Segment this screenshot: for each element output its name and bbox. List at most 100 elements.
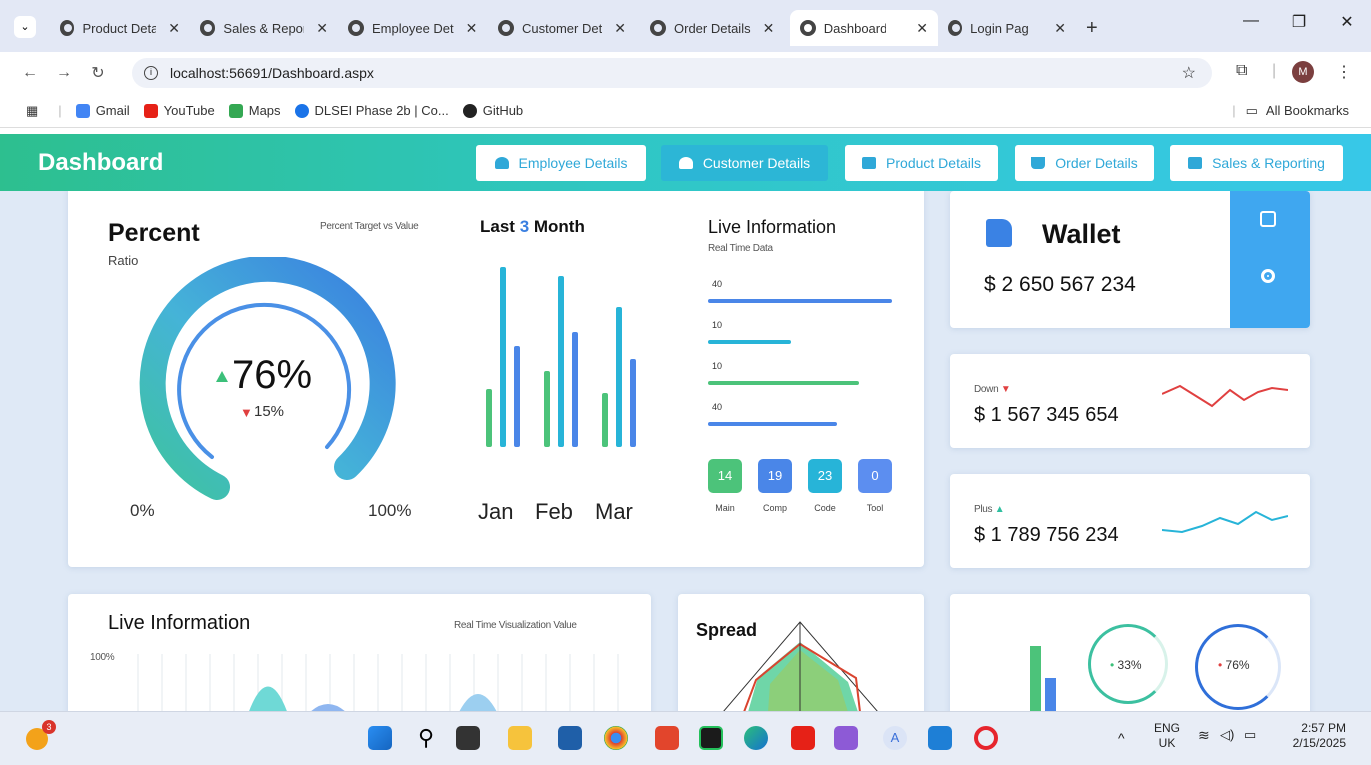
- month-label: Feb: [535, 499, 573, 524]
- opera-icon[interactable]: [974, 726, 998, 750]
- start-icon[interactable]: [368, 726, 392, 750]
- tab-login-page[interactable]: Login Page✕: [938, 10, 1076, 46]
- tab-employee-details[interactable]: Employee Det ✕: [338, 10, 488, 46]
- reload-icon[interactable]: ↻: [84, 63, 112, 83]
- language-indicator[interactable]: ENG UK: [1154, 721, 1180, 751]
- notification-badge: 3: [42, 720, 56, 734]
- live-info-badge[interactable]: 0: [858, 459, 892, 493]
- task-view-icon[interactable]: [456, 726, 480, 750]
- anydesk-icon[interactable]: [655, 726, 679, 750]
- live-area-chart: [137, 654, 619, 711]
- live-info-badge[interactable]: 14: [708, 459, 742, 493]
- live-info-row: 10: [708, 361, 894, 402]
- customer-details-button[interactable]: Customer Details: [661, 145, 828, 181]
- windows-taskbar: 3 ⚲ A ^ ENG UK ≋ ◁) ▭ 2:57 PM 2/15/2025: [0, 711, 1371, 765]
- wallet-icon: [986, 219, 1012, 247]
- chevron-up-icon[interactable]: ^: [1118, 730, 1125, 746]
- tab-search-button[interactable]: ⌄: [14, 16, 36, 38]
- apps-grid-icon[interactable]: ▦: [26, 103, 38, 119]
- bookmark-dlsei[interactable]: DLSEI Phase 2b | Co...: [294, 103, 449, 118]
- close-icon[interactable]: ✕: [316, 20, 328, 37]
- url-input[interactable]: i localhost:56691/Dashboard.aspx ☆: [132, 58, 1212, 88]
- percent-delta: 15%: [254, 403, 285, 420]
- close-icon[interactable]: ✕: [1054, 20, 1066, 37]
- assistant-icon[interactable]: A: [883, 726, 907, 750]
- edit-icon[interactable]: [1260, 211, 1276, 227]
- file-explorer-icon[interactable]: [508, 726, 532, 750]
- live-info-row-bar: [708, 422, 837, 426]
- tab-customer-details[interactable]: Customer Det ✕: [488, 10, 640, 46]
- month-bar-teal: [616, 307, 622, 447]
- all-bookmarks[interactable]: | ▭ All Bookmarks: [1232, 103, 1349, 119]
- visual-studio-icon[interactable]: [834, 726, 858, 750]
- employee-details-button[interactable]: Employee Details: [476, 145, 646, 181]
- youtube-app-icon[interactable]: [791, 726, 815, 750]
- azure-data-studio-icon[interactable]: [928, 726, 952, 750]
- bookmark-gmail[interactable]: Gmail: [75, 103, 130, 118]
- up-arrow-icon: [216, 371, 228, 382]
- store-icon[interactable]: [558, 726, 582, 750]
- live-info-badges: 14 Main 19 Comp 23 Code 0 Tool: [708, 459, 908, 519]
- globe-icon: [60, 20, 75, 36]
- live-info-title: Live Information: [708, 217, 837, 237]
- bookmark-youtube[interactable]: YouTube: [143, 103, 215, 118]
- spread-radar-chart: [723, 621, 878, 711]
- month-axis: Jan Feb Mar: [478, 499, 655, 525]
- close-icon[interactable]: ✕: [466, 20, 478, 37]
- product-details-button[interactable]: Product Details: [845, 145, 998, 181]
- volume-icon[interactable]: ◁): [1220, 727, 1234, 743]
- month-label: Mar: [595, 499, 633, 524]
- tab-dashboard[interactable]: Dashboard ✕: [790, 10, 938, 46]
- pycharm-icon[interactable]: [699, 726, 723, 750]
- live-info-row-label: 10: [712, 361, 723, 371]
- live-info-row-bar: [708, 340, 791, 344]
- google-icon: [75, 103, 90, 118]
- bookmark-maps[interactable]: Maps: [228, 103, 281, 118]
- extensions-icon[interactable]: ⧉: [1236, 62, 1247, 80]
- tab-sales-reporting[interactable]: Sales & Repor ✕: [190, 10, 338, 46]
- menu-icon[interactable]: ⋮: [1336, 62, 1352, 82]
- down-arrow-icon: ▼: [240, 405, 253, 420]
- wifi-icon[interactable]: ≋: [1198, 727, 1210, 744]
- bookmark-star-icon[interactable]: ☆: [1182, 63, 1196, 83]
- sales-reporting-button[interactable]: Sales & Reporting: [1170, 145, 1343, 181]
- browser-tab-bar: ⌄ Product Detail ✕ Sales & Repor ✕ Employe…: [0, 0, 1371, 52]
- live-info-row-label: 40: [712, 402, 723, 412]
- profile-avatar[interactable]: M: [1292, 61, 1314, 83]
- tab-order-details[interactable]: Order Details ✕: [640, 10, 790, 46]
- edge-icon[interactable]: [744, 726, 768, 750]
- live-info-badge-label: Tool: [866, 503, 884, 513]
- stat-down-label: Down ▼: [974, 384, 1011, 395]
- site-info-icon[interactable]: i: [144, 66, 158, 80]
- chart-icon: [1188, 157, 1203, 169]
- tab-product-details[interactable]: Product Detail ✕: [50, 10, 190, 46]
- search-icon[interactable]: ⚲: [414, 726, 438, 750]
- github-icon: [462, 103, 477, 118]
- chrome-icon[interactable]: [604, 726, 628, 750]
- close-icon[interactable]: ✕: [168, 20, 180, 37]
- dlsei-icon: [294, 103, 309, 118]
- forward-icon[interactable]: →: [50, 64, 78, 82]
- bookmark-github[interactable]: GitHub: [462, 103, 523, 118]
- close-icon[interactable]: ✕: [916, 20, 928, 37]
- close-icon[interactable]: ✕: [763, 20, 775, 37]
- order-details-button[interactable]: Order Details: [1015, 145, 1154, 181]
- globe-icon: [498, 20, 514, 36]
- minimize-icon[interactable]: —: [1227, 12, 1275, 32]
- battery-icon[interactable]: ▭: [1244, 727, 1256, 743]
- close-icon[interactable]: ✕: [614, 20, 626, 37]
- live-info-row: 40: [708, 279, 894, 320]
- overview-card: Percent Ratio Percent Target vs Value 76…: [68, 191, 924, 567]
- clock[interactable]: 2:57 PM 2/15/2025: [1284, 721, 1346, 751]
- restore-icon[interactable]: ❐: [1275, 12, 1323, 32]
- close-window-icon[interactable]: ✕: [1323, 12, 1371, 32]
- live-info-badge[interactable]: 19: [758, 459, 792, 493]
- live-info-2-caption: Real Time Visualization Value: [454, 620, 577, 631]
- back-icon[interactable]: ←: [16, 64, 44, 82]
- dot-icon[interactable]: [1261, 269, 1275, 283]
- page-title: Dashboard: [38, 149, 164, 176]
- new-tab-button[interactable]: +: [1076, 10, 1106, 46]
- wallet-amount: $ 2 650 567 234: [984, 273, 1136, 296]
- globe-icon: [800, 20, 816, 36]
- live-info-badge[interactable]: 23: [808, 459, 842, 493]
